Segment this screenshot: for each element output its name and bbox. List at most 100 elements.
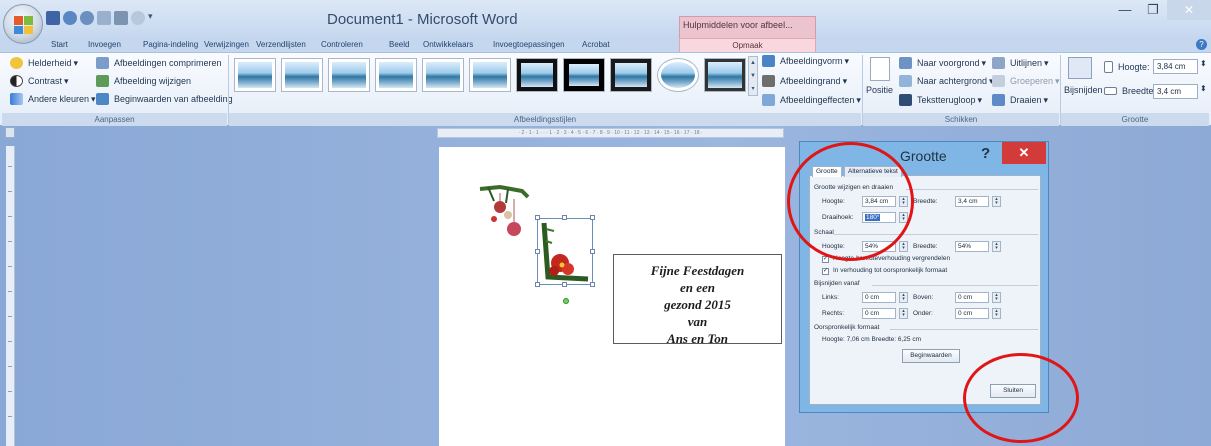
rechts-spinner[interactable]: ▴ ▾ xyxy=(899,308,908,319)
ruler-toggle-icon[interactable] xyxy=(5,127,15,138)
resize-handle[interactable] xyxy=(535,282,540,287)
send-back-icon xyxy=(899,75,912,87)
resize-handle[interactable] xyxy=(590,249,595,254)
greeting-textbox[interactable]: Fijne Feestdagen en een gezond 2015 van … xyxy=(613,254,782,346)
effects-icon xyxy=(762,94,775,106)
afbeeldingrand-button[interactable]: Afbeeldingrand ▾ xyxy=(762,75,847,87)
restore-icon[interactable]: ❐ xyxy=(1139,0,1167,20)
vertical-ruler[interactable] xyxy=(6,146,15,446)
draaien-button[interactable]: Draaien ▾ xyxy=(992,94,1048,106)
boven-spinner[interactable]: ▴ ▾ xyxy=(992,292,1001,303)
christmas-ornament-image[interactable] xyxy=(478,185,530,253)
helderheid-button[interactable]: Helderheid ▾ xyxy=(10,57,78,69)
redo-icon[interactable] xyxy=(80,11,94,25)
schaal-breedte-spinner[interactable]: ▴ ▾ xyxy=(992,241,1001,252)
width-icon xyxy=(1104,87,1117,95)
style-gallery-scroll[interactable]: ▲ ▼ ▾ xyxy=(748,56,758,96)
beginwaarden-button[interactable]: Beginwaarden xyxy=(902,349,960,363)
resize-handle[interactable] xyxy=(562,215,567,220)
tekstterugloop-button[interactable]: Tekstterugloop ▾ xyxy=(899,94,982,106)
hoogte-ribbon-field[interactable]: 3,84 cm xyxy=(1153,59,1198,74)
breedte-input[interactable]: 3,4 cm xyxy=(955,196,989,207)
picture-style-8[interactable] xyxy=(563,58,605,92)
afbeeldingeffecten-button[interactable]: Afbeeldingeffecten ▾ xyxy=(762,94,861,106)
tab-opmaak[interactable]: Opmaak xyxy=(679,38,816,52)
picture-style-6[interactable] xyxy=(469,58,511,92)
picture-style-4[interactable] xyxy=(375,58,417,92)
picture-style-7[interactable] xyxy=(516,58,558,92)
picture-style-2[interactable] xyxy=(281,58,323,92)
andere-kleuren-button[interactable]: Andere kleuren ▾ xyxy=(10,93,96,105)
breedte-ribbon-spin[interactable]: ⬍ xyxy=(1200,84,1207,93)
schaal-breedte-input[interactable]: 54% xyxy=(955,241,989,252)
picture-style-3[interactable] xyxy=(328,58,370,92)
resize-handle[interactable] xyxy=(535,215,540,220)
save-icon[interactable] xyxy=(46,11,60,25)
close-window-icon[interactable]: ✕ xyxy=(1167,0,1211,20)
afbeelding-wijzigen-button[interactable]: Afbeelding wijzigen xyxy=(96,75,191,87)
align-icon xyxy=(992,57,1005,69)
position-icon[interactable] xyxy=(870,57,890,81)
tab-beeld[interactable]: Beeld xyxy=(389,38,409,52)
tab-pagina-indeling[interactable]: Pagina-indeling xyxy=(143,38,198,52)
rechts-input[interactable]: 0 cm xyxy=(862,308,896,319)
resize-handle[interactable] xyxy=(590,282,595,287)
beginwaarden-afbeelding-button[interactable]: Beginwaarden van afbeelding xyxy=(96,93,233,105)
schaal-hoogte-spinner[interactable]: ▴ ▾ xyxy=(899,241,908,252)
links-input[interactable]: 0 cm xyxy=(862,292,896,303)
groeperen-button[interactable]: Groeperen ▾ xyxy=(992,75,1060,87)
tab-invoegtoepassingen[interactable]: Invoegtoepassingen xyxy=(493,38,565,52)
naar-voorgrond-button[interactable]: Naar voorgrond ▾ xyxy=(899,57,986,69)
contrast-button[interactable]: Contrast ▾ xyxy=(10,75,69,87)
hoogte-ribbon-spin[interactable]: ⬍ xyxy=(1200,59,1207,68)
tab-start[interactable]: Start xyxy=(51,38,68,52)
picture-style-1[interactable] xyxy=(234,58,276,92)
tab-controleren[interactable]: Controleren xyxy=(321,38,363,52)
tab-verwijzingen[interactable]: Verwijzingen xyxy=(204,38,249,52)
undo-icon[interactable] xyxy=(63,11,77,25)
relative-original-checkbox[interactable]: ✓ xyxy=(822,268,829,275)
tab-acrobat[interactable]: Acrobat xyxy=(582,38,610,52)
breedte-ribbon-field[interactable]: 3,4 cm xyxy=(1153,84,1198,99)
naar-achtergrond-button[interactable]: Naar achtergrond▾ xyxy=(899,75,994,87)
annotation-circle-close-button xyxy=(963,353,1079,443)
section-oorspronkelijk: Oorspronkelijk formaat xyxy=(814,324,880,331)
office-button[interactable] xyxy=(3,4,43,44)
group-label-afbeeldingsstijlen: Afbeeldingsstijlen xyxy=(229,113,861,126)
resize-handle[interactable] xyxy=(535,249,540,254)
crop-icon[interactable] xyxy=(1068,57,1092,79)
tab-verzendlijsten[interactable]: Verzendlijsten xyxy=(256,38,306,52)
dialog-close-icon[interactable]: ✕ xyxy=(1002,142,1046,164)
bijsnijden-button[interactable]: Bijsnijden xyxy=(1064,85,1103,95)
breedte-spinner[interactable]: ▴ ▾ xyxy=(992,196,1001,207)
picture-style-10[interactable] xyxy=(657,58,699,92)
minimize-icon[interactable]: — xyxy=(1111,0,1139,20)
selected-image-frame[interactable] xyxy=(537,218,593,285)
picture-style-11[interactable] xyxy=(704,58,746,92)
resize-handle[interactable] xyxy=(590,215,595,220)
tab-invoegen[interactable]: Invoegen xyxy=(88,38,121,52)
resize-handle[interactable] xyxy=(562,282,567,287)
help-icon[interactable]: ? xyxy=(1196,39,1207,50)
positie-button[interactable]: Positie xyxy=(866,85,893,95)
dialog-help-icon[interactable]: ? xyxy=(981,145,990,162)
afbeeldingvorm-button[interactable]: Afbeeldingvorm ▾ xyxy=(762,55,849,67)
print-icon[interactable] xyxy=(114,11,128,25)
comprimeren-button[interactable]: Afbeeldingen comprimeren xyxy=(96,57,222,69)
uitlijnen-button[interactable]: Uitlijnen ▾ xyxy=(992,57,1049,69)
brightness-icon xyxy=(10,57,23,69)
picture-style-9[interactable] xyxy=(610,58,652,92)
onder-input[interactable]: 0 cm xyxy=(955,308,989,319)
bijsnijden-label: Bijsnijden xyxy=(1064,85,1103,95)
links-spinner[interactable]: ▴ ▾ xyxy=(899,292,908,303)
tab-ontwikkelaars[interactable]: Ontwikkelaars xyxy=(423,38,473,52)
spelling-icon[interactable] xyxy=(131,11,145,25)
onder-spinner[interactable]: ▴ ▾ xyxy=(992,308,1001,319)
print-preview-icon[interactable] xyxy=(97,11,111,25)
tab-grootte[interactable]: Grootte xyxy=(812,166,842,177)
boven-input[interactable]: 0 cm xyxy=(955,292,989,303)
horizontal-ruler[interactable]: · 2 · 1 · 1 · · · 1 · 2 · 3 · 4 · 5 · 6 … xyxy=(437,128,784,138)
rotate-handle[interactable] xyxy=(563,298,569,304)
customize-qat-icon[interactable]: ▾ xyxy=(148,11,156,25)
picture-style-5[interactable] xyxy=(422,58,464,92)
